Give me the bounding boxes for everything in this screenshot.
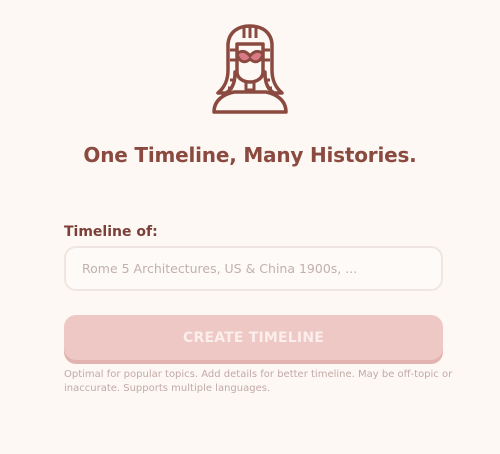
timeline-topic-input[interactable] [64,246,443,291]
page-title: One Timeline, Many Histories. [83,143,417,167]
pharaoh-icon [212,24,288,114]
create-timeline-button[interactable]: CREATE TIMELINE [64,315,443,360]
helper-text: Optimal for popular topics. Add details … [64,369,453,394]
timeline-of-label: Timeline of: [64,224,158,240]
